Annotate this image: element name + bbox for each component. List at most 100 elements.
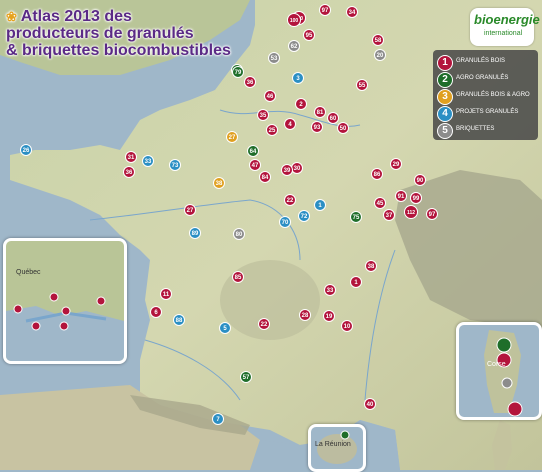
producer-marker[interactable]: 57 (240, 371, 252, 383)
producer-marker[interactable]: 70 (279, 216, 291, 228)
marker-number: 31 (128, 155, 135, 161)
marker-number: 30 (294, 166, 301, 172)
producer-marker[interactable]: 89 (189, 227, 201, 239)
producer-marker[interactable]: 37 (383, 209, 395, 221)
producer-marker[interactable]: 81 (314, 106, 326, 118)
inset-marker[interactable] (49, 292, 59, 302)
producer-marker[interactable]: 62 (288, 40, 300, 52)
producer-marker[interactable]: 34 (346, 6, 358, 18)
producer-marker[interactable]: 11 (160, 288, 172, 300)
producer-marker[interactable]: 45 (374, 197, 386, 209)
producer-marker[interactable]: 30 (291, 162, 303, 174)
producer-marker[interactable]: 19 (323, 310, 335, 322)
producer-marker[interactable]: 36 (123, 166, 135, 178)
legend-item-granules-bois[interactable]: 1 GRANULÉS BOIS (437, 55, 537, 71)
corse-inset[interactable]: Corse (456, 322, 542, 420)
producer-marker[interactable]: 2 (295, 98, 307, 110)
producer-marker[interactable]: 38 (365, 260, 377, 272)
inset-marker[interactable] (496, 337, 512, 353)
legend-item-briquettes[interactable]: 5 BRIQUETTES (437, 123, 537, 139)
marker-number: 85 (235, 275, 242, 281)
producer-marker[interactable]: 112 (404, 205, 418, 219)
logo-sub-text: international (484, 30, 523, 37)
logo-main-text: bioenergie (474, 12, 540, 27)
marker-number: 37 (386, 213, 393, 219)
inset-marker[interactable] (59, 321, 69, 331)
inset-marker[interactable] (501, 377, 513, 389)
producer-marker[interactable]: 99 (410, 192, 422, 204)
marker-number: 50 (340, 126, 347, 132)
legend-item-agro-granules[interactable]: 2 AGRO GRANULÉS (437, 72, 537, 88)
producer-marker[interactable]: 39 (281, 164, 293, 176)
producer-marker[interactable]: 22 (284, 194, 296, 206)
producer-marker[interactable]: 100 (287, 13, 301, 27)
producer-marker[interactable]: 4 (284, 118, 296, 130)
producer-marker[interactable]: 79 (232, 66, 244, 78)
producer-marker[interactable]: 36 (244, 76, 256, 88)
marker-number: 33 (145, 159, 152, 165)
producer-marker[interactable]: 58 (372, 34, 384, 46)
producer-marker[interactable]: 86 (371, 168, 383, 180)
map-stage[interactable]: 1109734539510062633637958205528160504463… (0, 0, 542, 472)
producer-marker[interactable]: 10 (341, 320, 353, 332)
legend-item-granules-bois-agro[interactable]: 3 GRANULÉS BOIS & AGRO (437, 89, 537, 105)
producer-marker[interactable]: 20 (374, 49, 386, 61)
producer-marker[interactable]: 33 (142, 155, 154, 167)
producer-marker[interactable]: 7 (212, 413, 224, 425)
producer-marker[interactable]: 80 (233, 228, 245, 240)
marker-number: 28 (302, 313, 309, 319)
producer-marker[interactable]: 1 (350, 276, 362, 288)
producer-marker[interactable]: 75 (350, 211, 362, 223)
producer-marker[interactable]: 28 (299, 309, 311, 321)
quebec-inset[interactable]: Québec (3, 238, 127, 364)
producer-marker[interactable]: 50 (337, 122, 349, 134)
producer-marker[interactable]: 93 (311, 121, 323, 133)
legend-label: BRIQUETTES (456, 126, 495, 132)
producer-marker[interactable]: 3 (292, 72, 304, 84)
inset-marker[interactable] (340, 430, 350, 440)
inset-marker[interactable] (96, 296, 106, 306)
producer-marker[interactable]: 97 (426, 208, 438, 220)
producer-marker[interactable]: 84 (259, 171, 271, 183)
producer-marker[interactable]: 27 (226, 131, 238, 143)
producer-marker[interactable]: 55 (356, 79, 368, 91)
producer-marker[interactable]: 27 (184, 204, 196, 216)
producer-marker[interactable]: 90 (414, 174, 426, 186)
inset-marker[interactable] (61, 306, 71, 316)
producer-marker[interactable]: 64 (247, 145, 259, 157)
producer-marker[interactable]: 29 (390, 158, 402, 170)
marker-number: 97 (429, 212, 436, 218)
producer-marker[interactable]: 40 (364, 398, 376, 410)
inset-marker[interactable] (13, 304, 23, 314)
producer-marker[interactable]: 26 (20, 144, 32, 156)
producer-marker[interactable]: 88 (173, 314, 185, 326)
reunion-inset[interactable]: La Réunion (308, 424, 366, 472)
producer-marker[interactable]: 1 (314, 199, 326, 211)
producer-marker[interactable]: 47 (249, 159, 261, 171)
producer-marker[interactable]: 60 (327, 112, 339, 124)
legend-item-projets-granules[interactable]: 4 PROJETS GRANULÉS (437, 106, 537, 122)
bioenergie-logo[interactable]: bioenergie international (470, 8, 540, 46)
producer-marker[interactable]: 91 (395, 190, 407, 202)
producer-marker[interactable]: 33 (324, 284, 336, 296)
producer-marker[interactable]: 31 (125, 151, 137, 163)
marker-number: 27 (229, 135, 236, 141)
producer-marker[interactable]: 25 (266, 124, 278, 136)
producer-marker[interactable]: 5 (219, 322, 231, 334)
inset-marker[interactable] (31, 321, 41, 331)
producer-marker[interactable]: 35 (257, 109, 269, 121)
producer-marker[interactable]: 97 (319, 4, 331, 16)
marker-number: 93 (314, 125, 321, 131)
producer-marker[interactable]: 46 (264, 90, 276, 102)
producer-marker[interactable]: 38 (213, 177, 225, 189)
producer-marker[interactable]: 85 (232, 271, 244, 283)
producer-marker[interactable]: 73 (169, 159, 181, 171)
inset-marker-circle (31, 321, 41, 331)
producer-marker[interactable]: 22 (258, 318, 270, 330)
producer-marker[interactable]: 6 (150, 306, 162, 318)
producer-marker[interactable]: 95 (303, 29, 315, 41)
inset-marker[interactable] (507, 401, 523, 417)
producer-marker[interactable]: 72 (298, 210, 310, 222)
marker-number: 70 (282, 220, 289, 226)
map-legend: 1 GRANULÉS BOIS 2 AGRO GRANULÉS 3 GRANUL… (433, 50, 538, 140)
